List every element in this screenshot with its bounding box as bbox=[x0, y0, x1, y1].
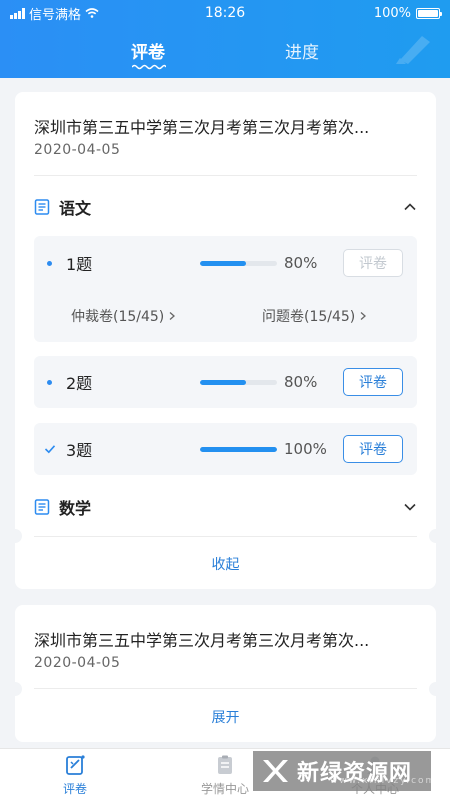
chevron-right-icon bbox=[169, 312, 176, 320]
grade-button-disabled[interactable]: 评卷 bbox=[343, 249, 403, 277]
tab-grading[interactable]: 评卷 bbox=[108, 38, 188, 63]
problem-paper-label: 问题卷(15/45) bbox=[262, 309, 356, 325]
nav-item-grading[interactable]: 评卷 bbox=[30, 749, 120, 800]
progress-bar bbox=[200, 379, 277, 385]
active-tab-indicator bbox=[132, 64, 166, 70]
signal-icon bbox=[10, 7, 25, 19]
question-item: 3题 100% 评卷 bbox=[34, 423, 417, 475]
question-label: 2题 bbox=[66, 374, 93, 393]
exam-date: 2020-04-05 bbox=[34, 142, 121, 158]
exam-card: 深圳市第三五中学第三次月考第三次月考第次... 2020-04-05 语文 1题… bbox=[8, 92, 443, 589]
expand-button[interactable]: 展开 bbox=[15, 707, 436, 727]
battery-percent: 100% bbox=[373, 5, 411, 21]
top-tabs: 评卷 进度 bbox=[0, 38, 450, 72]
progress-fill bbox=[200, 446, 277, 452]
divider bbox=[34, 175, 417, 176]
subject-header-math[interactable]: 数学 bbox=[34, 492, 417, 522]
collapse-button[interactable]: 收起 bbox=[15, 554, 436, 574]
question-label: 3题 bbox=[66, 441, 93, 460]
document-icon bbox=[34, 499, 50, 515]
bullet-dot-icon bbox=[47, 260, 52, 266]
chevron-right-icon bbox=[360, 312, 367, 320]
exam-date: 2020-04-05 bbox=[34, 655, 121, 671]
chevron-up-icon[interactable] bbox=[403, 200, 417, 214]
document-icon bbox=[34, 199, 50, 215]
progress-percent: 80% bbox=[284, 373, 318, 391]
exam-title[interactable]: 深圳市第三五中学第三次月考第三次月考第次... bbox=[34, 627, 424, 651]
question-item: 2题 80% 评卷 bbox=[34, 356, 417, 408]
watermark-logo-icon bbox=[263, 760, 288, 782]
clipboard-icon bbox=[218, 755, 232, 774]
bullet-dot-icon bbox=[47, 379, 52, 385]
subject-name: 数学 bbox=[59, 499, 92, 518]
wifi-icon bbox=[85, 8, 99, 18]
chevron-down-icon[interactable] bbox=[403, 500, 417, 514]
progress-bar bbox=[200, 446, 277, 452]
subject-name: 语文 bbox=[59, 199, 92, 218]
arbitration-paper-label: 仲裁卷(15/45) bbox=[71, 309, 165, 325]
divider bbox=[34, 688, 417, 689]
divider bbox=[34, 536, 417, 537]
arbitration-paper-link[interactable]: 仲裁卷(15/45) bbox=[71, 306, 176, 326]
card-notch bbox=[8, 682, 22, 696]
app-header: 信号满格 18:26 100% 评卷 进度 bbox=[0, 0, 450, 78]
progress-percent: 100% bbox=[284, 440, 327, 458]
progress-fill bbox=[200, 260, 247, 266]
checkmark-icon bbox=[44, 445, 56, 454]
exam-title[interactable]: 深圳市第三五中学第三次月考第三次月考第次... bbox=[34, 114, 424, 138]
problem-paper-link[interactable]: 问题卷(15/45) bbox=[262, 306, 367, 326]
pen-decoration-icon bbox=[396, 36, 430, 64]
card-notch bbox=[8, 529, 22, 543]
question-item: 1题 80% 评卷 仲裁卷(15/45) 问题卷(15/45) bbox=[34, 236, 417, 342]
card-notch bbox=[429, 529, 443, 543]
question-label: 1题 bbox=[66, 255, 93, 274]
status-bar: 信号满格 18:26 100% bbox=[0, 0, 450, 26]
progress-bar bbox=[200, 260, 277, 266]
grade-button[interactable]: 评卷 bbox=[343, 435, 403, 463]
carrier-text: 信号满格 bbox=[29, 7, 82, 23]
exam-card: 深圳市第三五中学第三次月考第三次月考第次... 2020-04-05 展开 bbox=[8, 605, 443, 742]
tab-progress[interactable]: 进度 bbox=[262, 38, 342, 63]
progress-percent: 80% bbox=[284, 254, 318, 272]
subject-header-chinese[interactable]: 语文 bbox=[34, 192, 417, 222]
watermark-url: www.xinlvzy.com bbox=[330, 776, 437, 786]
grade-button[interactable]: 评卷 bbox=[343, 368, 403, 396]
grading-icon bbox=[66, 755, 85, 775]
battery-icon bbox=[416, 7, 442, 19]
card-notch bbox=[429, 682, 443, 696]
progress-fill bbox=[200, 379, 247, 385]
nav-label: 评卷 bbox=[62, 782, 87, 796]
